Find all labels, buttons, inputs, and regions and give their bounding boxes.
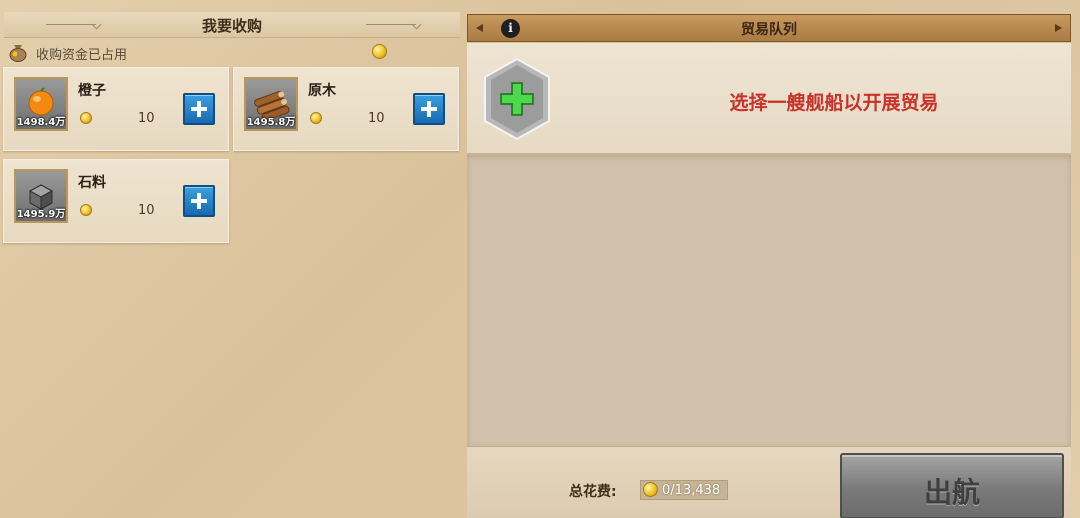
- set-sail-label: 出航: [923, 476, 980, 509]
- item-quantity: 1495.8万: [246, 117, 296, 128]
- add-item-button[interactable]: [183, 185, 215, 217]
- gold-coin-icon: [643, 482, 658, 497]
- trade-queue-title: 贸易队列: [741, 22, 797, 38]
- header-ornament-right: [366, 24, 416, 25]
- gold-coin-icon: [372, 44, 387, 59]
- item-price: 10: [138, 203, 155, 218]
- money-bag-icon: [9, 45, 27, 62]
- item-price: 10: [138, 111, 155, 126]
- purchase-item-card: 1495.9万 石料 10: [3, 159, 229, 243]
- total-cost-label: 总花费:: [569, 484, 617, 500]
- purchase-panel-header: 我要收购: [4, 12, 460, 38]
- add-item-button[interactable]: [183, 93, 215, 125]
- funds-row: 收购资金已占用: [6, 42, 456, 63]
- item-quantity: 1495.9万: [16, 209, 66, 220]
- gold-coin-icon: [310, 112, 322, 124]
- item-quantity: 1498.4万: [16, 117, 66, 128]
- item-icon-frame: 1495.8万: [244, 77, 298, 131]
- item-icon-frame: 1498.4万: [14, 77, 68, 131]
- item-name: 原木: [308, 83, 336, 99]
- purchase-panel: 我要收购 收购资金已占用 1498.4万 橙子 10 1495.8万 原木 10…: [0, 0, 462, 518]
- purchase-item-card: 1498.4万 橙子 10: [3, 67, 229, 151]
- trade-queue-header: i 贸易队列: [467, 14, 1071, 42]
- trade-queue-list: [467, 155, 1071, 446]
- select-ship-prompt: 选择一艘舰船以开展贸易: [729, 92, 939, 114]
- set-sail-button[interactable]: 出航: [840, 453, 1064, 518]
- total-cost-value: 0/13,438: [662, 483, 721, 498]
- ship-slot: 选择一艘舰船以开展贸易: [467, 43, 1071, 155]
- total-cost-box: 0/13,438: [640, 480, 728, 500]
- purchase-item-card: 1495.8万 原木 10: [233, 67, 459, 151]
- trade-footer: 总花费: 0/13,438 出航: [467, 446, 1071, 518]
- gold-coin-icon: [80, 112, 92, 124]
- gold-coin-icon: [80, 204, 92, 216]
- add-ship-button[interactable]: [483, 57, 551, 141]
- add-item-button[interactable]: [413, 93, 445, 125]
- item-price: 10: [368, 111, 385, 126]
- item-icon-frame: 1495.9万: [14, 169, 68, 223]
- item-name: 橙子: [78, 83, 106, 99]
- purchase-panel-title: 我要收购: [201, 17, 262, 35]
- item-name: 石料: [78, 175, 106, 191]
- arrow-right-icon: [1055, 24, 1062, 32]
- funds-label: 收购资金已占用: [36, 48, 128, 63]
- trade-queue-panel: i 贸易队列 选择一艘舰船以开展贸易 总花费: 0/13,438 出航: [467, 14, 1071, 518]
